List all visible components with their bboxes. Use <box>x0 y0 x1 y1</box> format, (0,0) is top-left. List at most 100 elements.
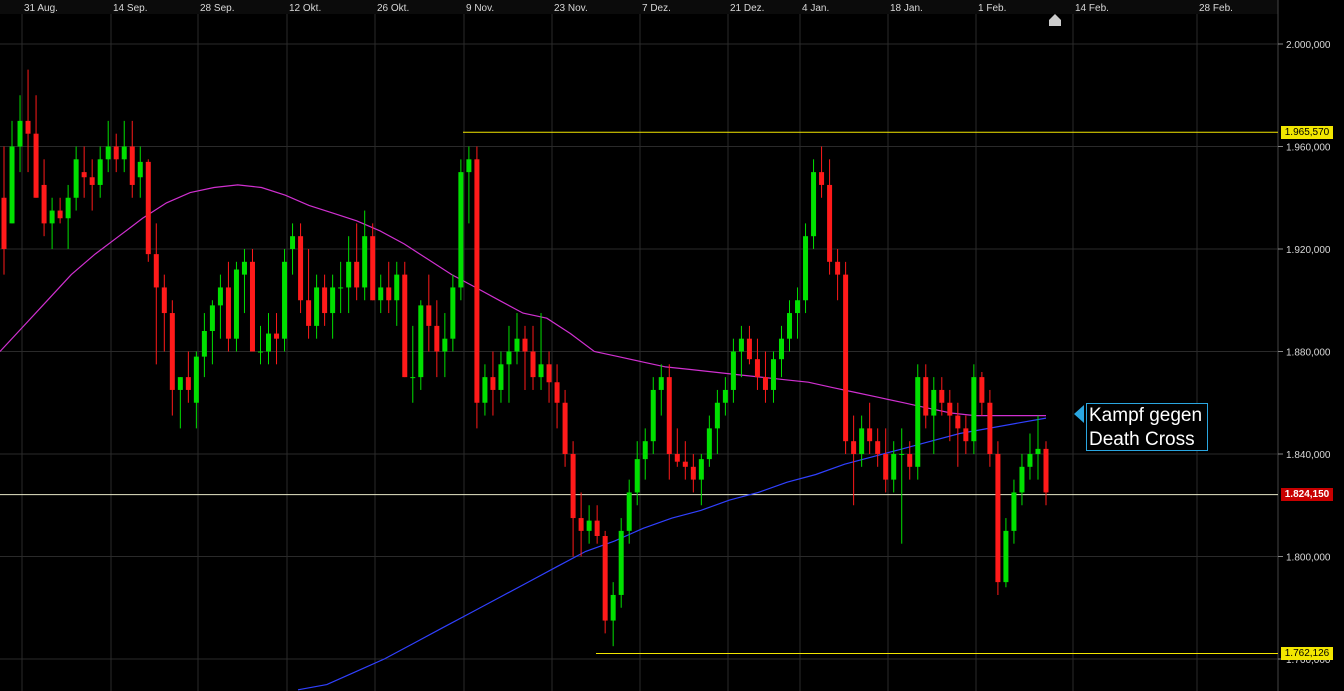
candle-body <box>225 287 231 339</box>
candle-body <box>546 364 552 383</box>
candle-body <box>169 313 175 390</box>
candle-body <box>201 331 207 357</box>
candle-body <box>322 287 328 314</box>
candle-body <box>843 274 849 442</box>
candle-body <box>827 184 833 262</box>
candle-body <box>113 146 119 160</box>
annotation-line-1: Kampf gegen <box>1089 405 1203 426</box>
low-price-tag: 1.762,126 <box>1281 647 1333 660</box>
y-tick-label: 1.800,000 <box>1286 553 1331 564</box>
price-levels <box>0 131 1278 655</box>
candle-body <box>754 359 760 378</box>
candle-body <box>57 210 63 219</box>
candle-body <box>971 377 977 442</box>
candle-body <box>410 377 416 379</box>
candle-body <box>1019 466 1025 493</box>
candle-body <box>193 356 199 403</box>
candle-body <box>338 287 344 289</box>
candle-body <box>450 287 456 339</box>
candle-body <box>795 300 801 314</box>
candle-body <box>891 454 897 480</box>
x-tick-label: 23 Nov. <box>554 3 588 14</box>
y-tick-label: 1.960,000 <box>1286 143 1331 154</box>
candle-body <box>161 287 167 314</box>
candle-body <box>706 428 712 460</box>
candle-body <box>482 377 488 403</box>
candle-body <box>9 146 15 224</box>
candle-body <box>362 236 368 288</box>
candle-body <box>682 461 688 467</box>
candle-body <box>634 459 640 493</box>
y-tick-label: 1.920,000 <box>1286 245 1331 256</box>
y-axis: 2.000,000 1.960,000 1.920,000 1.880,000 1.84… <box>1277 0 1331 691</box>
grid <box>0 0 1278 691</box>
candle-body <box>570 454 576 519</box>
x-tick-label: 7 Dez. <box>642 3 671 14</box>
annotation-box: Kampf gegen Death Cross <box>1086 403 1208 451</box>
candle-body <box>402 274 408 378</box>
candle-body <box>666 377 672 454</box>
candle-body <box>105 146 111 160</box>
candle-body <box>129 146 135 185</box>
x-tick-label: 26 Okt. <box>377 3 409 14</box>
candle-body <box>923 377 929 416</box>
candle-body <box>458 172 464 288</box>
ma-short-line <box>0 184 1046 417</box>
candle-body <box>811 172 817 237</box>
candle-body <box>330 287 336 314</box>
candle-body <box>306 300 312 326</box>
y-tick-label: 2.000,000 <box>1286 40 1331 51</box>
candle-body <box>282 261 288 339</box>
candle-body <box>1027 454 1033 467</box>
candle-body <box>931 389 937 416</box>
candle-body <box>354 261 360 288</box>
candle-body <box>241 261 247 275</box>
candle-body <box>137 161 143 178</box>
x-tick-label: 28 Sep. <box>200 3 234 14</box>
home-icon[interactable] <box>1048 13 1062 27</box>
candle-body <box>995 454 1001 583</box>
ma-long-line <box>297 417 1047 691</box>
candle-body <box>426 305 432 326</box>
candle-body <box>538 364 544 378</box>
candle-body <box>65 197 71 219</box>
candle-body <box>963 428 969 442</box>
candles <box>1 69 1049 647</box>
candle-body <box>867 428 873 442</box>
candle-body <box>370 236 376 301</box>
x-tick-label: 31 Aug. <box>24 3 58 14</box>
candle-body <box>217 287 223 306</box>
candle-body <box>883 454 889 480</box>
candle-body <box>1035 448 1041 454</box>
candle-body <box>249 261 255 352</box>
candle-body <box>803 236 809 301</box>
candle-body <box>602 536 608 621</box>
x-tick-label: 1 Feb. <box>978 3 1006 14</box>
candlestick-chart: 31 Aug. 14 Sep. 28 Sep. 12 Okt. 26 Okt. 9 Nov… <box>0 0 1331 691</box>
y-tick-label: 1.880,000 <box>1286 348 1331 359</box>
candle-body <box>418 305 424 378</box>
candle-body <box>939 389 945 403</box>
candle-body <box>714 402 720 429</box>
candle-body <box>49 210 55 224</box>
candle-body <box>394 274 400 301</box>
candle-body <box>386 287 392 301</box>
candle-body <box>522 338 528 352</box>
candle-body <box>378 287 384 301</box>
candle-body <box>851 441 857 454</box>
candle-body <box>610 594 616 621</box>
candle-body <box>474 159 480 403</box>
candle-body <box>1 197 7 249</box>
candle-body <box>314 287 320 326</box>
candle-body <box>73 159 79 198</box>
candle-body <box>1011 492 1017 531</box>
candle-body <box>722 389 728 403</box>
candle-body <box>89 177 95 185</box>
candle-body <box>762 377 768 390</box>
candle-body <box>257 351 263 353</box>
candle-body <box>586 520 592 531</box>
candle-body <box>899 454 905 455</box>
candle-body <box>81 172 87 178</box>
current-price-tag: 1.824,150 <box>1281 488 1333 501</box>
candle-body <box>618 530 624 595</box>
